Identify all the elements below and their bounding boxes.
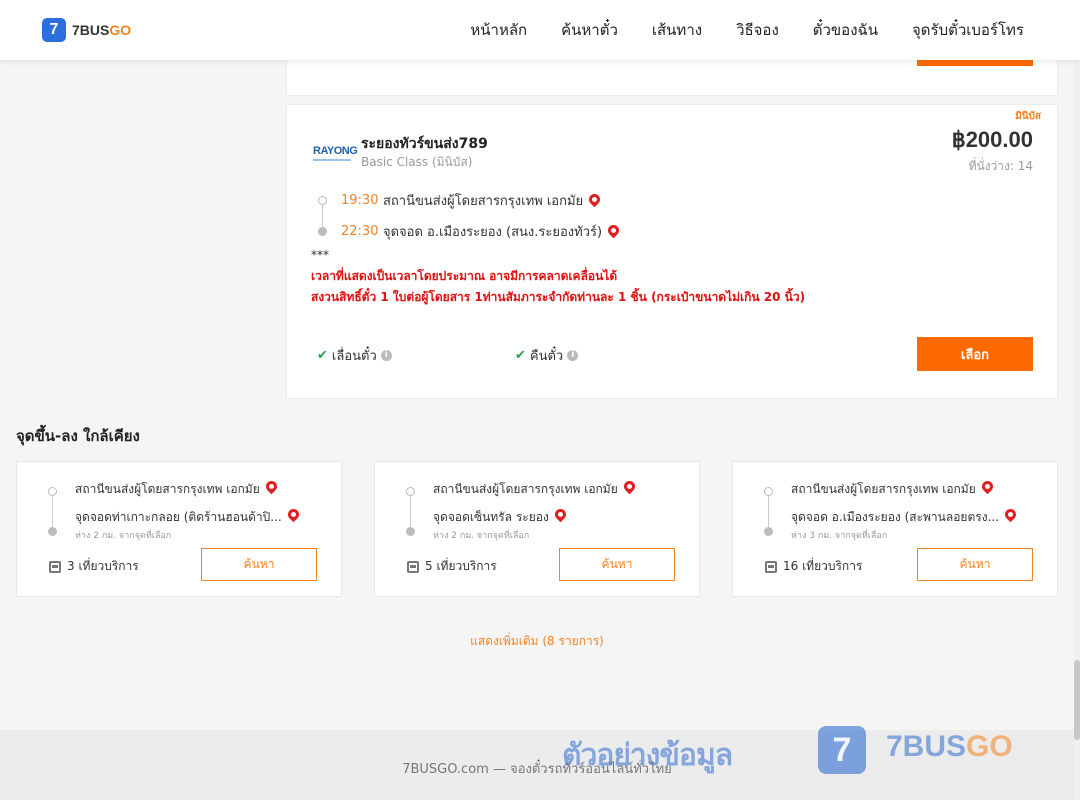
from-dot [764, 487, 773, 496]
nearby-distance: ห่าง 2 กม. จากจุดที่เลือก [433, 531, 530, 541]
route-timeline: 19:30 สถานีขนส่งผู้โดยสารกรุงเทพ เอกมัย … [313, 185, 622, 247]
nearby-trips: 16 เที่ยวบริการ [765, 557, 862, 576]
watermark-logo: 7 [818, 726, 866, 774]
previous-trip-card [286, 60, 1058, 96]
map-pin-icon[interactable] [586, 191, 603, 208]
arrival-time: 22:30 [341, 224, 379, 239]
bus-icon [765, 560, 777, 573]
operator-logo: RAYONG [313, 145, 358, 161]
watermark-brand: 7BUSGO [886, 730, 1013, 763]
map-pin-icon[interactable] [605, 222, 622, 239]
to-dot [764, 527, 773, 536]
ticket-price: ฿200.00 [951, 127, 1033, 152]
nav-home[interactable]: หน้าหลัก [470, 18, 527, 42]
nearby-card: สถานีขนส่งผู้โดยสารกรุงเทพ เอกมัย จุดจอด… [16, 461, 342, 597]
nav-my-tickets[interactable]: ตั๋วของฉัน [813, 18, 878, 42]
nav-how-to-book[interactable]: วิธีจอง [736, 18, 779, 42]
bus-class: Basic Class (มินิบัส) [361, 155, 473, 169]
previous-select-button[interactable] [917, 60, 1033, 66]
trip-card: มินิบัส RAYONG ระยองทัวร์ขนส่ง789 Basic … [286, 104, 1058, 399]
bus-icon [49, 560, 61, 573]
seats-available: ที่นั่งว่าง: 14 [968, 159, 1033, 173]
departure-time: 19:30 [341, 193, 379, 208]
trip-notes: *** เวลาที่แสดงเป็นเวลาโดยประมาณ อาจมีกา… [311, 245, 805, 308]
nearby-from: สถานีขนส่งผู้โดยสารกรุงเทพ เอกมัย [433, 478, 638, 499]
select-trip-button[interactable]: เลือก [917, 337, 1033, 371]
operator-name: ระยองทัวร์ขนส่ง789 [361, 136, 488, 152]
from-dot [48, 487, 57, 496]
check-icon: ✔ [515, 348, 526, 363]
nearby-search-button[interactable]: ค้นหา [917, 548, 1033, 581]
to-dot [406, 527, 415, 536]
nearby-trips: 3 เที่ยวบริการ [49, 557, 139, 576]
main-nav: หน้าหลัก ค้นหาตั๋ว เส้นทาง วิธีจอง ตั๋วข… [436, 0, 1024, 60]
nearby-to: จุดจอด อ.เมืองระยอง (สะพานลอยตรง... [791, 506, 1019, 527]
vehicle-type-badge: มินิบัส [1015, 111, 1041, 122]
show-more-link[interactable]: แสดงเพิ่มเติม (8 รายการ) [0, 632, 1074, 651]
logo-mark: 7 [42, 18, 66, 42]
arrival-place: จุดจอด อ.เมืองระยอง (สนง.ระยองทัวร์) [383, 225, 603, 240]
policy-change-label: เลื่อนตั๋ว [331, 349, 377, 364]
nearby-distance: ห่าง 3 กม. จากจุดที่เลือก [791, 531, 888, 541]
to-dot [48, 527, 57, 536]
site-header: 7 7BUSGO หน้าหลัก ค้นหาตั๋ว เส้นทาง วิธี… [0, 0, 1080, 60]
map-pin-icon[interactable] [552, 506, 569, 523]
map-pin-icon[interactable] [263, 478, 280, 495]
map-pin-icon[interactable] [1002, 506, 1019, 523]
nearby-to: จุดจอดเซ็นทรัล ระยอง [433, 506, 569, 527]
policy-change: ✔ เลื่อนตั๋ว i [317, 345, 392, 366]
bus-icon [407, 560, 419, 573]
nearby-from: สถานีขนส่งผู้โดยสารกรุงเทพ เอกมัย [75, 478, 280, 499]
nav-ticket-pickup[interactable]: จุดรับตั๋วเบอร์โทร [912, 18, 1024, 42]
info-icon[interactable]: i [380, 350, 392, 361]
nearby-section-title: จุดขึ้น-ลง ใกล้เคียง [16, 427, 140, 445]
map-pin-icon[interactable] [979, 478, 996, 495]
nearby-trips: 5 เที่ยวบริการ [407, 557, 497, 576]
nav-search-ticket[interactable]: ค้นหาตั๋ว [561, 18, 618, 42]
check-icon: ✔ [317, 348, 328, 363]
nearby-card: สถานีขนส่งผู้โดยสารกรุงเทพ เอกมัย จุดจอด… [374, 461, 700, 597]
nearby-search-button[interactable]: ค้นหา [201, 548, 317, 581]
info-icon[interactable]: i [567, 350, 579, 361]
watermark-text: ตัวอย่างข้อมูล [562, 738, 733, 773]
nav-routes[interactable]: เส้นทาง [652, 18, 702, 42]
from-dot [406, 487, 415, 496]
departure-dot [318, 196, 327, 205]
note-stars: *** [311, 248, 329, 262]
route-line [410, 496, 411, 528]
note-baggage: สงวนสิทธิ์ตั๋ว 1 ใบต่อผู้โดยสาร 1ท่านสัม… [311, 290, 806, 304]
map-pin-icon[interactable] [621, 478, 638, 495]
nearby-search-button[interactable]: ค้นหา [559, 548, 675, 581]
route-line [52, 496, 53, 528]
arrival-dot [318, 227, 327, 236]
policy-refund: ✔ คืนตั๋ว i [515, 345, 579, 366]
logo-text: 7BUSGO [72, 22, 132, 38]
policy-refund-label: คืนตั๋ว [529, 349, 564, 364]
departure-stop: 19:30 สถานีขนส่งผู้โดยสารกรุงเทพ เอกมัย [313, 185, 619, 216]
map-pin-icon[interactable] [285, 506, 301, 523]
departure-place: สถานีขนส่งผู้โดยสารกรุงเทพ เอกมัย [383, 194, 584, 209]
site-logo[interactable]: 7 7BUSGO [42, 18, 131, 42]
nearby-to: จุดจอดท่าเกาะกลอย (ติดร้านฮอนด้าปิ... [75, 506, 301, 527]
nearby-distance: ห่าง 2 กม. จากจุดที่เลือก [75, 531, 172, 541]
arrival-stop: 22:30 จุดจอด อ.เมืองระยอง (สนง.ระยองทัวร… [313, 216, 622, 247]
scrollbar-thumb[interactable] [1074, 660, 1080, 740]
nearby-card: สถานีขนส่งผู้โดยสารกรุงเทพ เอกมัย จุดจอด… [732, 461, 1058, 597]
nearby-from: สถานีขนส่งผู้โดยสารกรุงเทพ เอกมัย [791, 478, 996, 499]
route-line [768, 496, 769, 528]
note-time-estimate: เวลาที่แสดงเป็นเวลาโดยประมาณ อาจมีการคลา… [311, 269, 618, 283]
